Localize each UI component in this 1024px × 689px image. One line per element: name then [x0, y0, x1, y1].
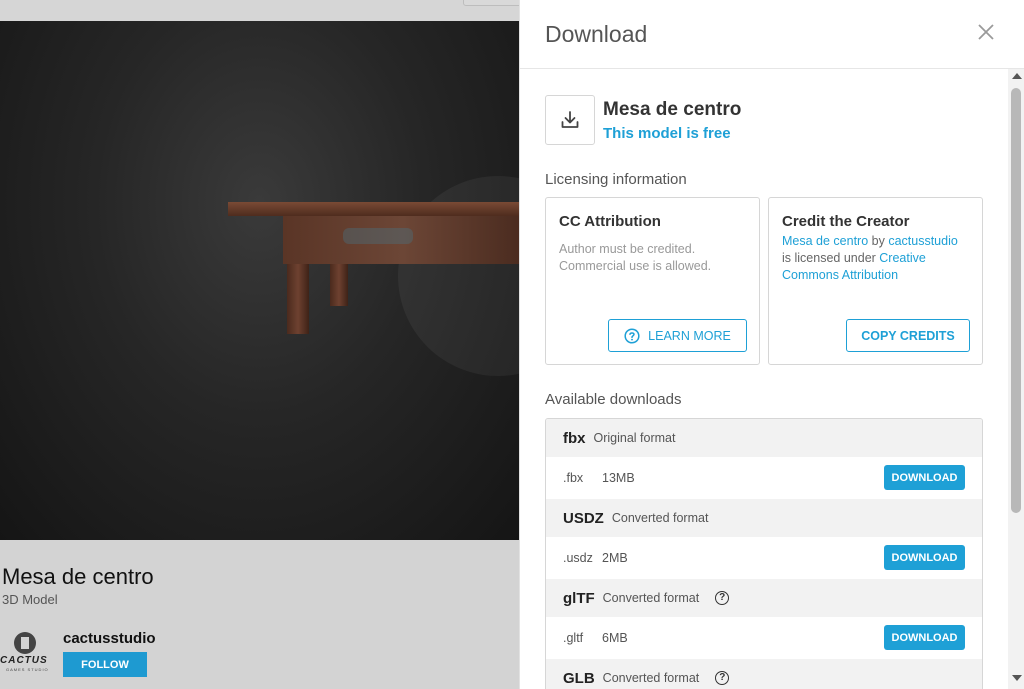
modal-scrollbar[interactable] [1008, 69, 1024, 689]
format-name: fbx [563, 429, 586, 447]
credit-title: Credit the Creator [782, 213, 910, 230]
learn-more-label: LEARN MORE [648, 328, 731, 343]
format-size: 13MB [602, 471, 635, 485]
license-title: CC Attribution [559, 213, 661, 230]
follow-button[interactable]: FOLLOW [63, 652, 147, 677]
top-strip [0, 0, 533, 21]
credit-line-2: is licensed under Creative [782, 251, 926, 265]
downloads-section-title: Available downloads [545, 391, 682, 408]
format-row-gltf: .gltf 6MB DOWNLOAD [546, 617, 982, 659]
modal-header: Download [520, 0, 1024, 69]
author-logo-subtext: GAMES STUDIO [6, 667, 49, 672]
credit-license-link[interactable]: Creative [879, 251, 926, 265]
scroll-down-arrow-icon[interactable] [1012, 675, 1022, 681]
help-icon[interactable]: ? [715, 671, 730, 685]
downloads-list: fbx Original format .fbx 13MB DOWNLOAD U… [545, 418, 983, 689]
format-row-fbx: .fbx 13MB DOWNLOAD [546, 457, 982, 499]
table-apron-render [283, 216, 519, 264]
table-leg-render [330, 264, 348, 306]
model-title: Mesa de centro [2, 564, 154, 589]
license-card: CC Attribution Author must be credited. … [545, 197, 760, 365]
help-icon[interactable]: ? [715, 591, 730, 605]
format-extension: .gltf [563, 631, 584, 645]
format-name: glTF [563, 589, 595, 607]
credit-licensed-text: is licensed under [782, 251, 880, 265]
format-type: Converted format [602, 671, 700, 685]
price-status: This model is free [603, 125, 731, 142]
licensing-section-title: Licensing information [545, 171, 687, 188]
format-size: 2MB [602, 551, 628, 565]
format-type: Converted format [602, 591, 700, 605]
credit-by-text: by [868, 234, 889, 248]
author-logo-text: CACTUS [0, 655, 48, 666]
credit-license-link-cont[interactable]: Commons Attribution [782, 268, 898, 282]
format-header-fbx: fbx Original format [546, 419, 982, 457]
cactus-logo-icon [14, 632, 36, 654]
format-row-usdz: .usdz 2MB DOWNLOAD [546, 537, 982, 579]
download-fbx-button[interactable]: DOWNLOAD [884, 465, 965, 490]
download-model-name: Mesa de centro [603, 99, 742, 120]
table-leg-render [287, 264, 309, 334]
license-line-credit: Author must be credited. [559, 242, 696, 256]
format-type: Original format [593, 431, 676, 445]
format-header-glb: GLB Converted format ? [546, 659, 982, 689]
download-box [545, 95, 595, 145]
help-circle-icon [624, 327, 640, 344]
format-size: 6MB [602, 631, 628, 645]
scroll-up-arrow-icon[interactable] [1012, 73, 1022, 79]
credit-card: Credit the Creator Mesa de centro by cac… [768, 197, 983, 365]
format-header-usdz: USDZ Converted format [546, 499, 982, 537]
table-top-render [228, 202, 519, 216]
format-extension: .usdz [563, 551, 593, 565]
download-gltf-button[interactable]: DOWNLOAD [884, 625, 965, 650]
copy-credits-button[interactable]: COPY CREDITS [846, 319, 970, 352]
format-name: USDZ [563, 509, 604, 527]
model-viewer[interactable] [0, 21, 519, 540]
format-type: Converted format [611, 511, 709, 525]
credit-line-3: Commons Attribution [782, 268, 898, 282]
scroll-thumb[interactable] [1011, 88, 1021, 513]
model-subtitle: 3D Model [2, 592, 58, 607]
download-usdz-button[interactable]: DOWNLOAD [884, 545, 965, 570]
license-line-commercial: Commercial use is allowed. [559, 259, 712, 273]
credit-author-link[interactable]: cactusstudio [888, 234, 957, 248]
format-extension: .fbx [563, 471, 584, 485]
download-icon [561, 111, 579, 128]
download-modal: Download Mesa de centro This model is fr… [519, 0, 1024, 689]
author-avatar[interactable]: CACTUS GAMES STUDIO [0, 628, 52, 676]
close-icon[interactable] [976, 22, 996, 42]
modal-title: Download [545, 21, 648, 47]
learn-more-button[interactable]: LEARN MORE [608, 319, 747, 352]
format-name: GLB [563, 669, 595, 687]
credit-model-link[interactable]: Mesa de centro [782, 234, 868, 248]
credit-line-1: Mesa de centro by cactusstudio [782, 234, 958, 248]
author-name[interactable]: cactusstudio [63, 630, 156, 647]
model-info: Mesa de centro 3D Model CACTUS GAMES STU… [0, 540, 519, 689]
format-header-gltf: glTF Converted format ? [546, 579, 982, 617]
